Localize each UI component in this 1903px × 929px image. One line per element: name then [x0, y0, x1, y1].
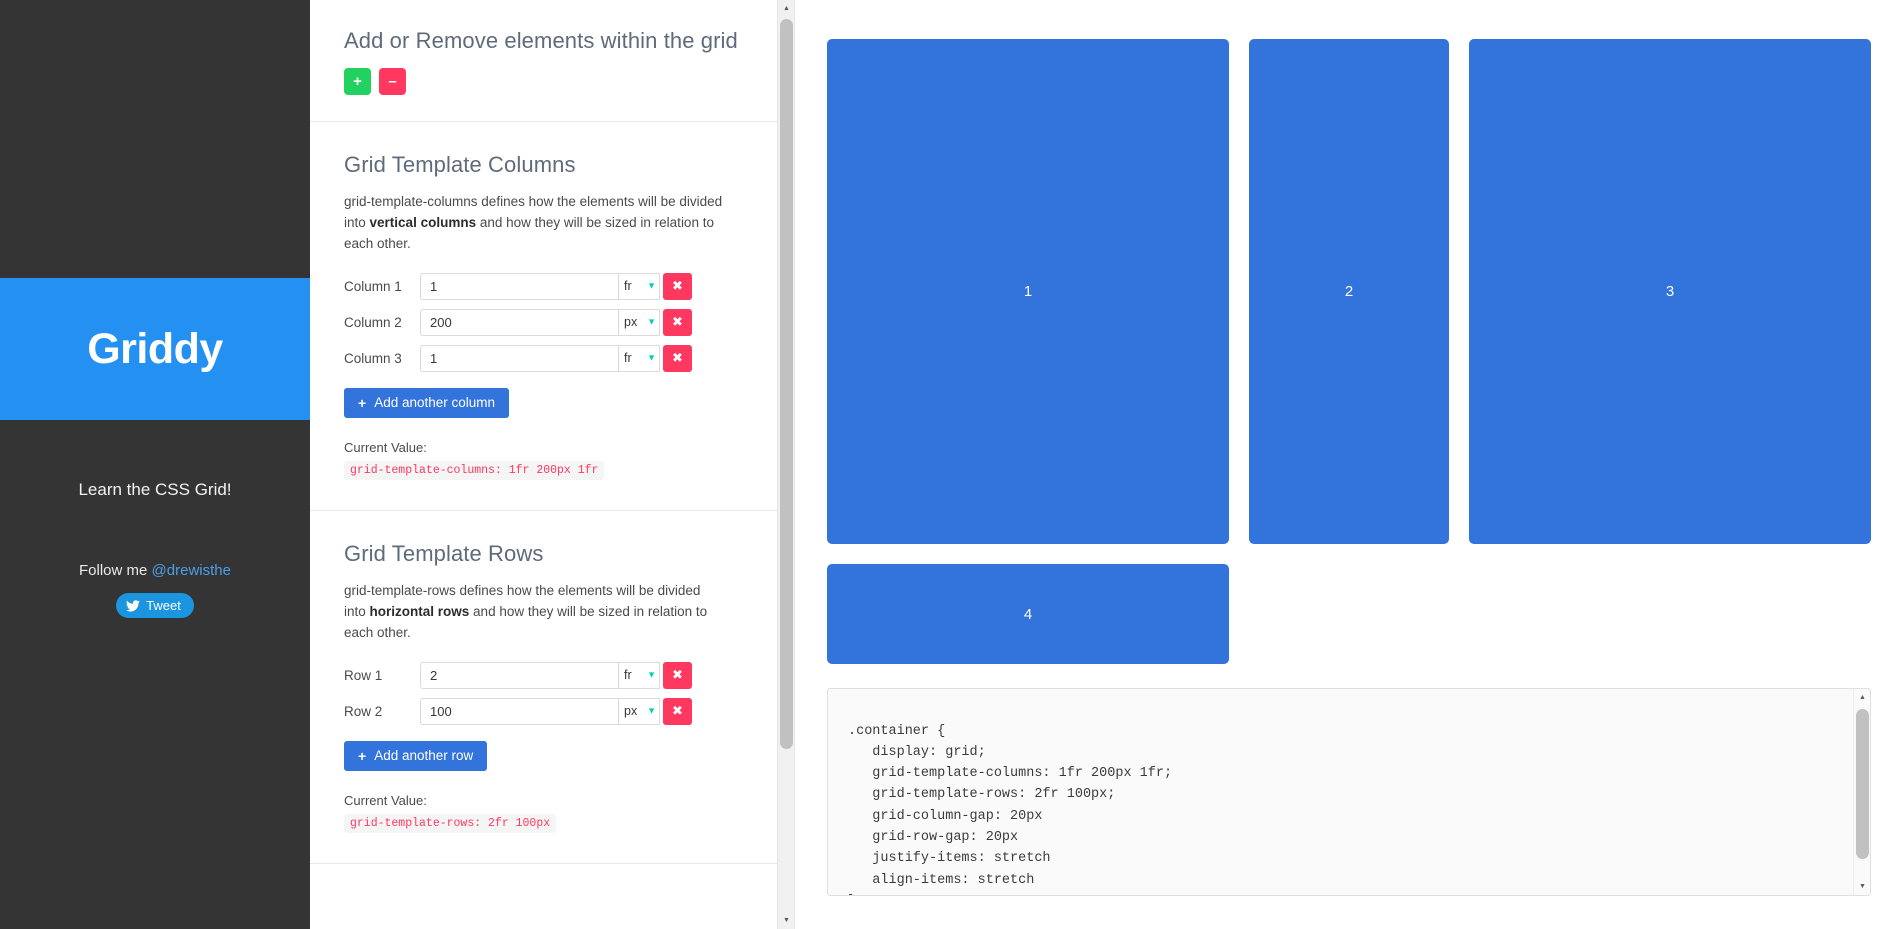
- controls-scroll-viewport: Add or Remove elements within the grid +…: [310, 0, 795, 929]
- add-another-column-label: Add another column: [374, 395, 495, 410]
- scroll-up-arrow-icon[interactable]: ▲: [778, 0, 795, 17]
- add-another-row-label: Add another row: [374, 748, 473, 763]
- add-another-row-button[interactable]: + Add another row: [344, 741, 487, 771]
- row-2-size-input[interactable]: [420, 698, 618, 725]
- rows-current-value: grid-template-rows: 2fr 100px: [344, 814, 556, 833]
- add-remove-button-group: + –: [344, 68, 744, 95]
- remove-element-button[interactable]: –: [379, 68, 406, 95]
- columns-title: Grid Template Columns: [344, 152, 744, 178]
- track-row: Column 3 frpx%emauto ▼ ✖: [344, 345, 744, 372]
- brand-top-spacer: [0, 0, 310, 278]
- css-output-panel: .container { display: grid; grid-templat…: [827, 688, 1871, 896]
- grid-item[interactable]: 1: [827, 39, 1229, 544]
- row-1-unit-select[interactable]: frpx%emauto: [618, 662, 660, 689]
- row-1-label: Row 1: [344, 668, 420, 683]
- row-2-unit-select[interactable]: frpx%emauto: [618, 698, 660, 725]
- grid-item[interactable]: 2: [1249, 39, 1449, 544]
- column-2-label: Column 2: [344, 315, 420, 330]
- scroll-down-arrow-icon[interactable]: ▼: [778, 912, 795, 929]
- column-3-unit-select[interactable]: frpx%emauto: [618, 345, 660, 372]
- columns-desc-bold: vertical columns: [370, 215, 477, 230]
- columns-current-value-label: Current Value:: [344, 440, 744, 455]
- section-grid-template-columns: Grid Template Columns grid-template-colu…: [310, 122, 778, 511]
- brand-tagline: Learn the CSS Grid!: [0, 480, 310, 500]
- track-row: Row 2 frpx%emauto ▼ ✖: [344, 698, 744, 725]
- brand-hero-banner: Griddy: [0, 278, 310, 420]
- tweet-button-label: Tweet: [146, 598, 181, 613]
- column-1-delete-button[interactable]: ✖: [663, 273, 692, 300]
- code-scroll-up-arrow-icon[interactable]: ▲: [1854, 689, 1871, 706]
- column-2-unit-wrap: frpx%emauto ▼: [618, 309, 660, 336]
- preview-area: 1 2 3 4 .container { display: grid; grid…: [795, 0, 1903, 929]
- row-2-field: frpx%emauto ▼ ✖: [420, 698, 692, 725]
- column-3-label: Column 3: [344, 351, 420, 366]
- rows-desc-bold: horizontal rows: [370, 604, 470, 619]
- add-another-column-button[interactable]: + Add another column: [344, 388, 509, 418]
- plus-icon: +: [358, 749, 366, 763]
- css-output-code: .container { display: grid; grid-templat…: [828, 703, 1870, 897]
- section-add-remove: Add or Remove elements within the grid +…: [310, 0, 778, 122]
- column-1-field: frpx%emauto ▼ ✖: [420, 273, 692, 300]
- column-2-unit-select[interactable]: frpx%emauto: [618, 309, 660, 336]
- tweet-button[interactable]: Tweet: [116, 593, 194, 618]
- row-2-unit-wrap: frpx%emauto ▼: [618, 698, 660, 725]
- controls-panel: Add or Remove elements within the grid +…: [310, 0, 795, 929]
- column-1-label: Column 1: [344, 279, 420, 294]
- rows-current-value-label: Current Value:: [344, 793, 744, 808]
- grid-preview-container: 1 2 3 4: [827, 39, 1871, 664]
- code-scrollbar[interactable]: ▲ ▼: [1853, 689, 1870, 895]
- controls-scrollbar-thumb[interactable]: [780, 19, 793, 749]
- column-2-delete-button[interactable]: ✖: [663, 309, 692, 336]
- add-remove-title: Add or Remove elements within the grid: [344, 28, 744, 54]
- row-1-size-input[interactable]: [420, 662, 618, 689]
- controls-scrollbar[interactable]: ▲ ▼: [777, 0, 794, 929]
- plus-icon: +: [358, 396, 366, 410]
- column-1-unit-wrap: frpx%emauto ▼: [618, 273, 660, 300]
- grid-item[interactable]: 3: [1469, 39, 1871, 544]
- tweet-row: Tweet: [0, 593, 310, 618]
- track-row: Column 1 frpx%emauto ▼ ✖: [344, 273, 744, 300]
- code-scrollbar-thumb[interactable]: [1856, 709, 1869, 859]
- track-row: Row 1 frpx%emauto ▼ ✖: [344, 662, 744, 689]
- follow-me-text: Follow me: [79, 562, 152, 579]
- row-1-unit-wrap: frpx%emauto ▼: [618, 662, 660, 689]
- column-3-size-input[interactable]: [420, 345, 618, 372]
- app-root: Griddy Learn the CSS Grid! Follow me @dr…: [0, 0, 1903, 929]
- columns-track-list: Column 1 frpx%emauto ▼ ✖ Column 2: [344, 273, 744, 372]
- rows-description: grid-template-rows defines how the eleme…: [344, 581, 724, 644]
- twitter-handle-link[interactable]: @drewisthe: [152, 562, 231, 579]
- column-3-unit-wrap: frpx%emauto ▼: [618, 345, 660, 372]
- add-element-button[interactable]: +: [344, 68, 371, 95]
- row-1-field: frpx%emauto ▼ ✖: [420, 662, 692, 689]
- brand-title: Griddy: [87, 325, 223, 374]
- row-1-delete-button[interactable]: ✖: [663, 662, 692, 689]
- brand-follow-line: Follow me @drewisthe: [0, 562, 310, 579]
- rows-title: Grid Template Rows: [344, 541, 744, 567]
- column-1-size-input[interactable]: [420, 273, 618, 300]
- row-2-label: Row 2: [344, 704, 420, 719]
- track-row: Column 2 frpx%emauto ▼ ✖: [344, 309, 744, 336]
- rows-track-list: Row 1 frpx%emauto ▼ ✖ Row 2: [344, 662, 744, 725]
- column-1-unit-select[interactable]: frpx%emauto: [618, 273, 660, 300]
- column-2-size-input[interactable]: [420, 309, 618, 336]
- grid-item[interactable]: 4: [827, 564, 1229, 664]
- column-2-field: frpx%emauto ▼ ✖: [420, 309, 692, 336]
- row-2-delete-button[interactable]: ✖: [663, 698, 692, 725]
- column-3-delete-button[interactable]: ✖: [663, 345, 692, 372]
- section-grid-template-rows: Grid Template Rows grid-template-rows de…: [310, 511, 778, 864]
- code-scroll-down-arrow-icon[interactable]: ▼: [1854, 878, 1871, 895]
- column-3-field: frpx%emauto ▼ ✖: [420, 345, 692, 372]
- columns-current-value: grid-template-columns: 1fr 200px 1fr: [344, 461, 604, 480]
- twitter-bird-icon: [126, 600, 140, 612]
- columns-description: grid-template-columns defines how the el…: [344, 192, 724, 255]
- brand-sidebar: Griddy Learn the CSS Grid! Follow me @dr…: [0, 0, 310, 929]
